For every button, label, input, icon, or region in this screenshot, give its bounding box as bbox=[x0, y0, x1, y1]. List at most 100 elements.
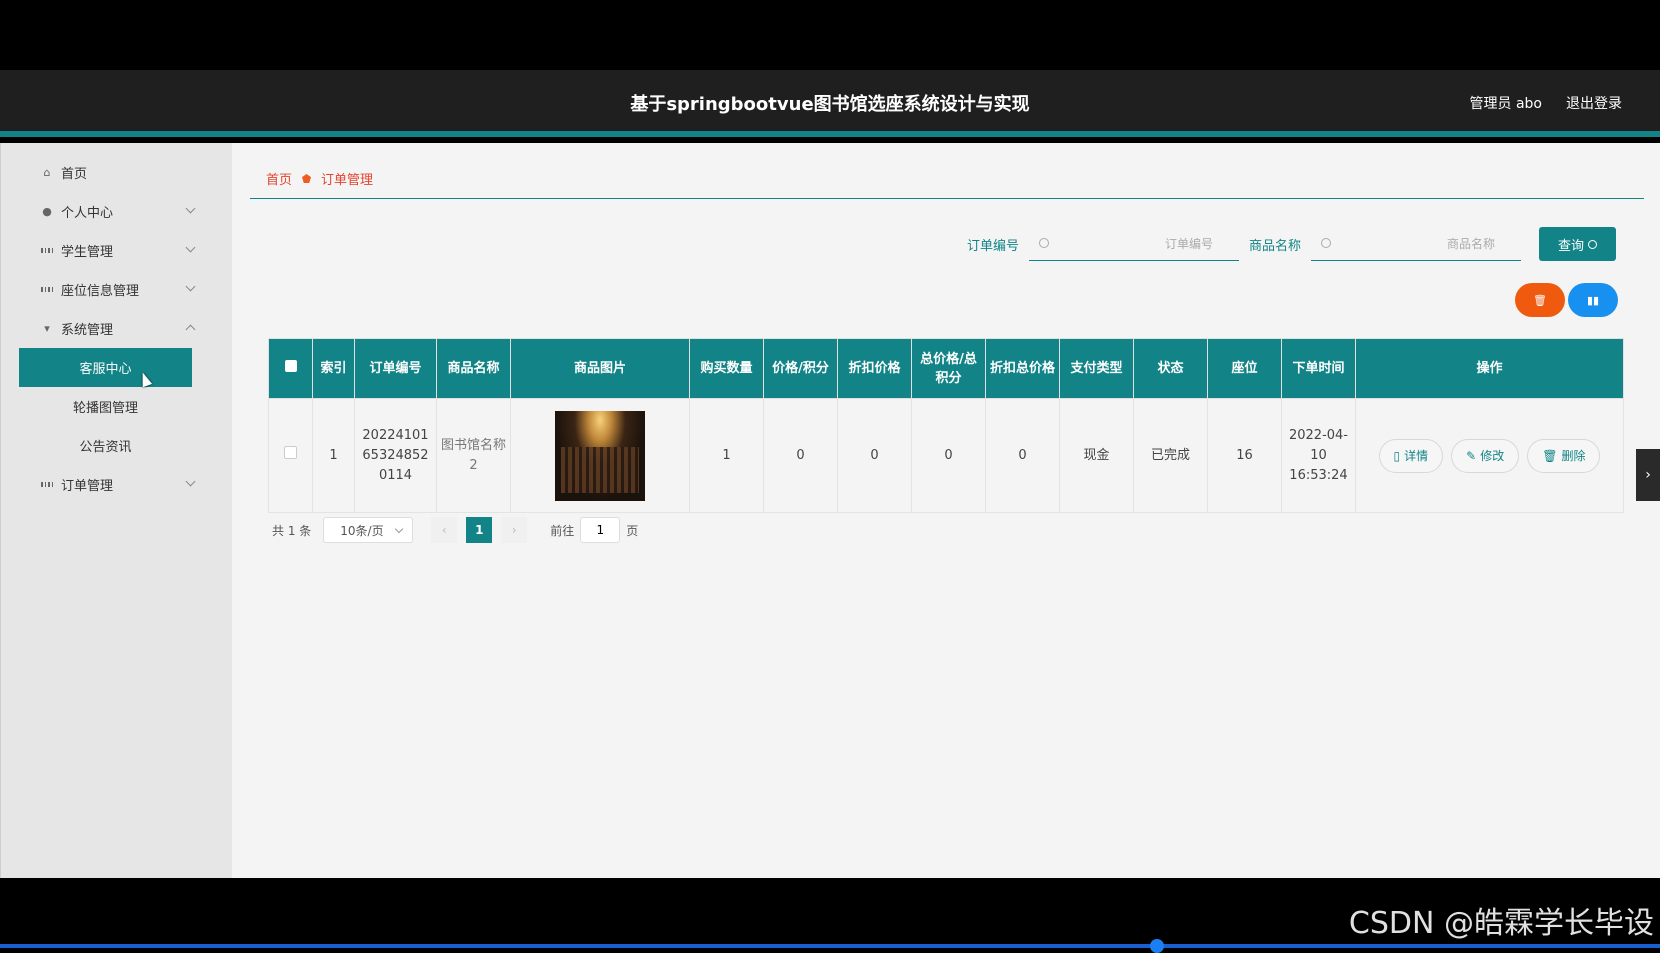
chevron-down-icon bbox=[185, 281, 196, 292]
page-size-select[interactable]: 10条/页 bbox=[323, 517, 414, 543]
pagination: 共 1 条 10条/页 ‹ 1 › 前往 页 bbox=[272, 517, 638, 543]
logout-link[interactable]: 退出登录 bbox=[1566, 93, 1622, 113]
col-header: 订单编号 bbox=[354, 338, 437, 399]
action-buttons: 🗑 ▮▮ bbox=[1515, 283, 1618, 317]
trash-icon: 🗑 bbox=[1542, 448, 1558, 463]
sidebar-subitem-carousel[interactable]: 轮播图管理 bbox=[19, 387, 192, 426]
order-no-label: 订单编号 bbox=[966, 238, 1019, 254]
sidebar-subitem-news[interactable]: 公告资讯 bbox=[19, 426, 192, 465]
col-header: 下单时间 bbox=[1281, 338, 1356, 399]
chevron-up-icon bbox=[185, 324, 196, 335]
row-checkbox[interactable] bbox=[284, 445, 297, 459]
order-no-input[interactable] bbox=[1028, 227, 1239, 260]
cell-seat: 16 bbox=[1207, 398, 1282, 513]
col-header: 商品名称 bbox=[436, 338, 511, 399]
breadcrumb-home[interactable]: 首页 bbox=[266, 169, 292, 188]
cell-discount-price: 0 bbox=[837, 398, 912, 513]
sidebar-item-label: 首页 bbox=[61, 167, 88, 182]
sidebar-item-home[interactable]: ⌂ 首页 bbox=[1, 153, 232, 192]
query-button-label: 查询 bbox=[1557, 238, 1584, 254]
detail-label: 详情 bbox=[1404, 449, 1429, 463]
goods-name-input[interactable] bbox=[1311, 227, 1521, 260]
cell-order-no: 20224101 65324852 0114 bbox=[354, 398, 437, 513]
chevron-left-icon: ‹ bbox=[441, 523, 447, 537]
sidebar-subitem-service[interactable]: 客服中心 bbox=[19, 348, 192, 387]
sidebar-item-students[interactable]: 学生管理 bbox=[1, 231, 232, 270]
video-progress-bar[interactable] bbox=[0, 944, 1660, 948]
app-header: 基于springbootvue图书馆选座系统设计与实现 管理员 abo 退出登录 bbox=[0, 70, 1660, 137]
page-number-button[interactable]: 1 bbox=[466, 517, 493, 543]
col-header: 购买数量 bbox=[689, 338, 764, 399]
orders-table: 索引 订单编号 商品名称 商品图片 购买数量 价格/积分 折扣价格 总价格/总积… bbox=[268, 338, 1624, 513]
col-header: 座位 bbox=[1207, 338, 1282, 399]
delete-label: 删除 bbox=[1561, 449, 1586, 463]
goods-name-label: 商品名称 bbox=[1248, 238, 1301, 254]
goods-name-box bbox=[1311, 227, 1521, 261]
chevron-down-icon bbox=[185, 203, 196, 214]
user-icon: ● bbox=[42, 205, 52, 218]
sidebar-item-system[interactable]: ▾ 系统管理 bbox=[1, 309, 232, 348]
sidebar-item-personal[interactable]: ● 个人中心 bbox=[1, 192, 232, 231]
prev-page-button[interactable]: ‹ bbox=[431, 517, 458, 543]
cell-time: 2022-04-10 16:53:24 bbox=[1281, 398, 1356, 513]
cell-status: 已完成 bbox=[1133, 398, 1208, 513]
cell-price: 0 bbox=[763, 398, 838, 513]
grid-icon bbox=[41, 479, 53, 491]
detail-button[interactable]: ▯ 详情 bbox=[1378, 438, 1444, 473]
main-content: 首页 订单管理 订单编号 商品名称 查询 🗑 ▮▮ 索引 订单编号 bbox=[232, 143, 1660, 878]
chevron-right-icon: › bbox=[1645, 467, 1651, 483]
product-thumbnail[interactable] bbox=[555, 410, 645, 501]
chevron-down-icon bbox=[185, 242, 196, 253]
row-select-cell[interactable] bbox=[268, 398, 313, 513]
col-header: 折扣价格 bbox=[837, 338, 912, 399]
goto-prefix: 前往 bbox=[550, 523, 575, 538]
table-header-row: 索引 订单编号 商品名称 商品图片 购买数量 价格/积分 折扣价格 总价格/总积… bbox=[268, 338, 1624, 399]
table-row: 1 20224101 65324852 0114 图书馆名称2 1 0 0 0 … bbox=[268, 398, 1624, 513]
select-all-checkbox[interactable] bbox=[284, 360, 297, 372]
watermark: CSDN @皓霖学长毕设 bbox=[1348, 906, 1654, 941]
sidebar-item-label: 订单管理 bbox=[61, 479, 114, 494]
statistics-button[interactable]: ▮▮ bbox=[1568, 283, 1618, 317]
sidebar-item-label: 学生管理 bbox=[61, 245, 114, 260]
grid-icon bbox=[41, 284, 53, 296]
col-header: 总价格/总积分 bbox=[911, 338, 986, 399]
cell-goods: 图书馆名称2 bbox=[436, 398, 511, 513]
edit-button[interactable]: ✎ 修改 bbox=[1451, 438, 1520, 473]
goto-suffix: 页 bbox=[626, 523, 639, 538]
document-icon: ▯ bbox=[1393, 448, 1401, 463]
select-all-cell[interactable] bbox=[268, 338, 313, 399]
goto-page: 前往 页 bbox=[550, 517, 638, 543]
col-header: 状态 bbox=[1133, 338, 1208, 399]
breadcrumb: 首页 订单管理 bbox=[266, 169, 373, 188]
sidebar: ⌂ 首页 ● 个人中心 学生管理 座位信息管理 ▾ 系统管理 客服中心 轮播图管… bbox=[0, 143, 232, 878]
chevron-right-icon: › bbox=[511, 523, 517, 537]
search-icon bbox=[1038, 238, 1049, 248]
trash-icon: 🗑 bbox=[1533, 294, 1547, 307]
app-title: 基于springbootvue图书馆选座系统设计与实现 bbox=[630, 94, 1030, 115]
search-icon bbox=[1588, 239, 1597, 249]
cell-qty: 1 bbox=[689, 398, 764, 513]
next-page-button[interactable]: › bbox=[501, 517, 528, 543]
breadcrumb-current: 订单管理 bbox=[321, 173, 374, 188]
goto-page-input[interactable] bbox=[580, 517, 621, 543]
bar-chart-icon: ▮▮ bbox=[1586, 294, 1600, 307]
query-button[interactable]: 查询 bbox=[1539, 227, 1616, 261]
delete-button[interactable]: 🗑 删除 bbox=[1527, 438, 1601, 473]
edit-label: 修改 bbox=[1480, 449, 1505, 463]
cell-total: 0 bbox=[911, 398, 986, 513]
sidebar-item-seats[interactable]: 座位信息管理 bbox=[1, 270, 232, 309]
sidebar-item-label: 个人中心 bbox=[61, 206, 114, 221]
side-drawer-toggle[interactable]: › bbox=[1636, 449, 1660, 501]
col-header: 商品图片 bbox=[510, 338, 690, 399]
monitor-icon: ▾ bbox=[44, 322, 50, 335]
pencil-icon: ✎ bbox=[1466, 448, 1477, 463]
pager-total: 共 1 条 bbox=[272, 523, 312, 538]
batch-delete-button[interactable]: 🗑 bbox=[1515, 283, 1565, 317]
grid-icon bbox=[41, 245, 53, 257]
video-progress-handle[interactable] bbox=[1150, 939, 1164, 953]
breadcrumb-divider bbox=[250, 198, 1644, 199]
sidebar-item-orders[interactable]: 订单管理 bbox=[1, 465, 232, 504]
chevron-down-icon bbox=[185, 476, 196, 487]
breadcrumb-separator-icon bbox=[302, 174, 312, 183]
cell-image bbox=[510, 398, 690, 513]
